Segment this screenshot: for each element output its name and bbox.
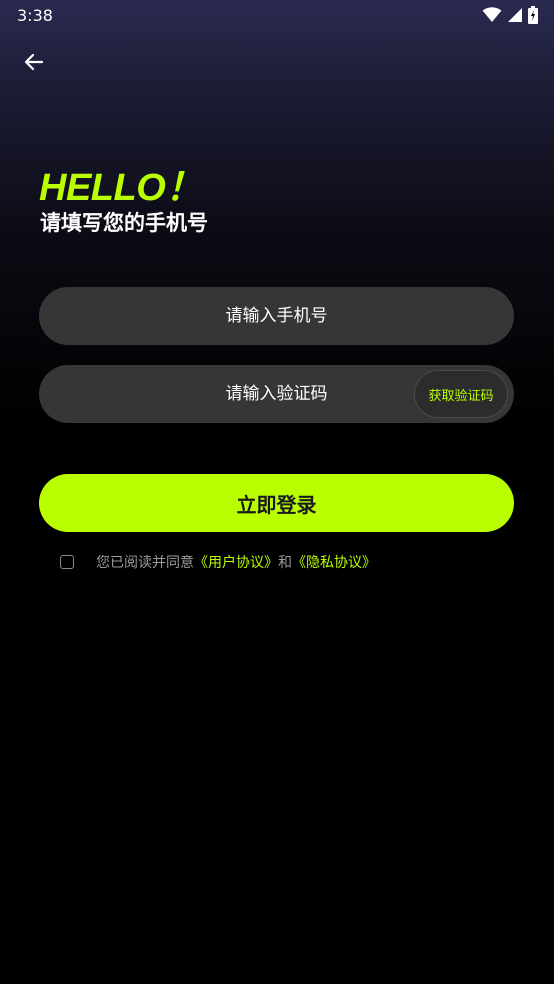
phone-input[interactable] <box>39 287 514 345</box>
signal-icon <box>507 7 523 27</box>
greeting-title: HELLO！ <box>39 167 203 209</box>
agreement-text: 您已阅读并同意《用户协议》和《隐私协议》 <box>96 552 376 572</box>
status-bar: 3:38 <box>0 0 554 30</box>
phone-field[interactable] <box>39 287 514 345</box>
user-agreement-link[interactable]: 《用户协议》 <box>194 555 278 571</box>
battery-icon <box>528 6 538 28</box>
privacy-policy-link[interactable]: 《隐私协议》 <box>292 555 376 571</box>
status-time: 3:38 <box>17 6 53 25</box>
wifi-icon <box>482 7 502 27</box>
arrow-left-icon <box>22 50 46 78</box>
greeting-subtitle: 请填写您的手机号 <box>40 211 208 235</box>
verification-code-field[interactable]: 获取验证码 <box>39 365 514 423</box>
status-icons <box>482 6 538 28</box>
login-button[interactable]: 立即登录 <box>39 474 514 532</box>
get-code-button[interactable]: 获取验证码 <box>414 370 508 418</box>
agreement-row: 您已阅读并同意《用户协议》和《隐私协议》 <box>60 551 376 573</box>
agreement-prefix: 您已阅读并同意 <box>96 555 194 571</box>
agreement-checkbox[interactable] <box>60 555 74 569</box>
agreement-conjunction: 和 <box>278 555 292 571</box>
back-button[interactable] <box>16 46 52 82</box>
